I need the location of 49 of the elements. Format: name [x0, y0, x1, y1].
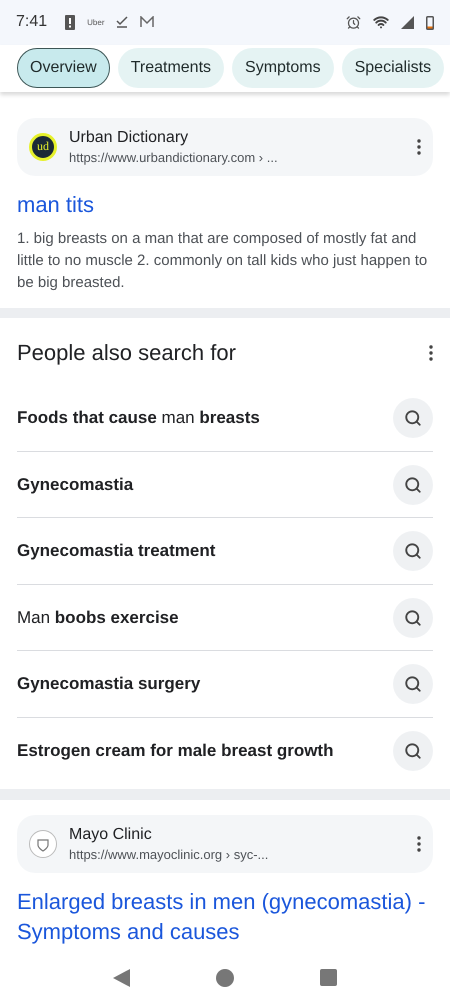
related-search-link[interactable]: Gynecomastia treatment [17, 541, 216, 562]
uber-notification-label: Uber [87, 18, 104, 27]
check-icon [116, 16, 128, 28]
related-search-link[interactable]: Gynecomastia surgery [17, 674, 200, 694]
search-icon [404, 675, 422, 694]
site-url: https://www.urbandictionary.com › ... [69, 150, 279, 165]
home-icon[interactable] [216, 968, 234, 987]
search-button[interactable] [393, 398, 433, 438]
search-icon [404, 542, 422, 560]
battery-icon [426, 14, 434, 30]
filter-tab[interactable]: Symptoms [232, 48, 334, 88]
alarm-icon [346, 14, 361, 30]
search-button[interactable] [393, 531, 433, 572]
site-url: https://www.mayoclinic.org › syc-... [69, 847, 270, 862]
site-card[interactable]: ud Urban Dictionary https://www.urbandictionary.com › ... [17, 118, 433, 176]
search-button[interactable] [393, 730, 433, 771]
status-time: 7:41 [16, 13, 48, 32]
result-snippet: 1. big breasts on a man that are composed of mostly fat and little to no muscle 2. commonly on tall kids who just happen to be big breasted. [17, 228, 428, 293]
result-title-link[interactable]: man tits [17, 190, 433, 220]
more-options-icon[interactable] [417, 138, 421, 155]
related-search-link[interactable]: Man boobs exercise [17, 608, 179, 628]
search-button[interactable] [393, 464, 433, 505]
search-button[interactable] [393, 598, 433, 638]
site-logo: ud [29, 132, 57, 161]
result-title-link[interactable]: Enlarged breasts in men (gynecomastia) - Symptoms and causes [17, 887, 433, 948]
related-search-link[interactable]: Estrogen cream for male breast growth [17, 740, 334, 761]
mail-icon [140, 16, 154, 28]
search-icon [404, 476, 422, 494]
filter-tab[interactable]: Overview [17, 48, 110, 88]
filter-tab[interactable]: Specialists [342, 48, 444, 88]
signal-icon [401, 16, 414, 29]
clinic-logo-icon [29, 830, 57, 858]
more-options-icon[interactable] [417, 836, 421, 852]
related-search-link[interactable]: Gynecomastia [17, 474, 134, 495]
related-search-link[interactable]: Foods that cause man breasts [17, 408, 260, 428]
search-icon [404, 742, 422, 760]
search-icon [404, 408, 422, 427]
recents-icon[interactable] [320, 969, 338, 986]
filter-tab[interactable]: Treatments [118, 48, 224, 88]
back-icon[interactable] [112, 968, 131, 987]
search-button[interactable] [393, 664, 433, 704]
wifi-icon [373, 14, 389, 30]
more-options-icon[interactable] [429, 345, 433, 362]
battery-alert-icon [65, 14, 76, 30]
site-name: Mayo Clinic [69, 826, 153, 844]
search-icon [404, 608, 422, 627]
section-heading: People also search for [17, 340, 236, 366]
site-card[interactable]: Mayo Clinic https://www.mayoclinic.org › syc-... [17, 815, 433, 874]
site-name: Urban Dictionary [69, 128, 190, 147]
